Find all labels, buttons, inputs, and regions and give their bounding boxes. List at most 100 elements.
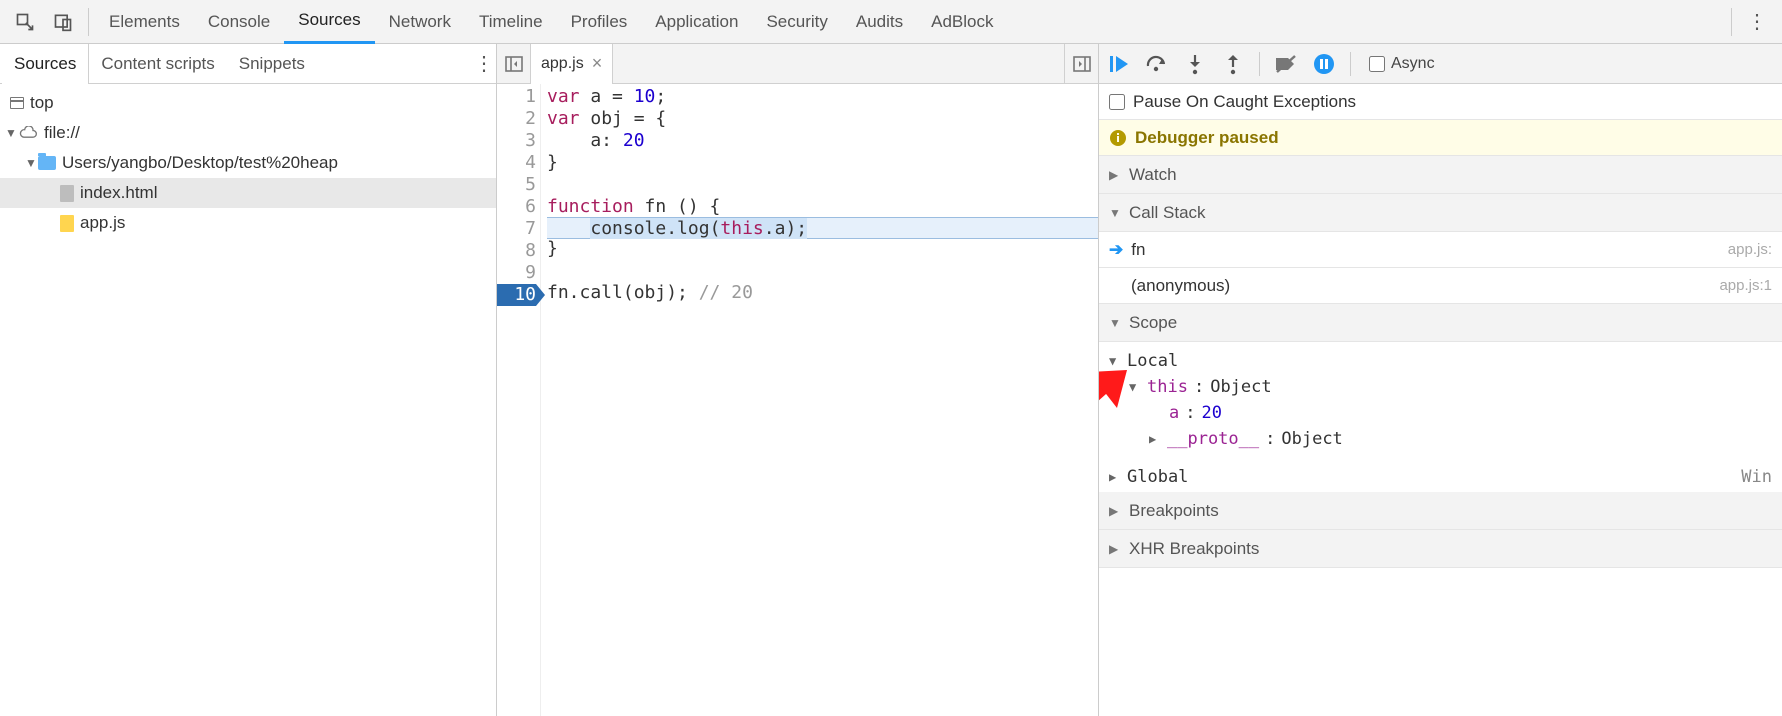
debugger-paused-banner: Debugger paused <box>1099 120 1782 156</box>
code-editor[interactable]: 1 2 3 4 5 6 7 8 9 10 var a = 10; var obj… <box>497 84 1098 716</box>
scope-local-label: Local <box>1127 348 1178 374</box>
breakpoints-header[interactable]: ▶ Breakpoints <box>1099 492 1782 530</box>
tab-adblock[interactable]: AdBlock <box>917 0 1007 44</box>
file-icon <box>60 215 74 232</box>
watch-label: Watch <box>1129 165 1177 185</box>
tree-expand-icon: ▼ <box>24 156 38 170</box>
show-debugger-icon[interactable] <box>1064 44 1098 84</box>
async-label: Async <box>1391 55 1435 73</box>
scope-key: this <box>1147 374 1188 400</box>
line-number: 3 <box>497 130 536 152</box>
tree-file-origin[interactable]: ▼ file:// <box>0 118 496 148</box>
info-icon <box>1109 129 1127 147</box>
scope-proto-row[interactable]: ▶ __proto__: Object <box>1109 426 1772 452</box>
collapse-icon: ▼ <box>1109 206 1121 220</box>
pause-on-caught-row[interactable]: Pause On Caught Exceptions <box>1099 84 1782 120</box>
tab-sources[interactable]: Sources <box>284 0 374 44</box>
code-line: var obj = { <box>547 108 1098 130</box>
current-frame-icon: ➔ <box>1109 240 1123 260</box>
code-line-current: console.log(this.a); <box>547 217 1098 239</box>
code-line <box>547 174 1098 196</box>
tab-network[interactable]: Network <box>375 0 465 44</box>
divider <box>1731 8 1732 36</box>
tab-profiles[interactable]: Profiles <box>557 0 642 44</box>
divider <box>88 8 89 36</box>
tree-file-index[interactable]: index.html <box>0 178 496 208</box>
debugger-paused-label: Debugger paused <box>1135 128 1279 148</box>
code-line: } <box>547 238 1098 260</box>
scope-header[interactable]: ▼ Scope <box>1099 304 1782 342</box>
tab-security[interactable]: Security <box>752 0 841 44</box>
callstack-header[interactable]: ▼ Call Stack <box>1099 194 1782 232</box>
frame-location: app.js:1 <box>1719 277 1772 294</box>
cloud-icon <box>18 123 38 143</box>
editor-pane: app.js × 1 2 3 4 5 6 7 8 9 10 var a = 10… <box>497 44 1099 716</box>
async-checkbox-wrap[interactable]: Async <box>1369 55 1435 73</box>
tab-application[interactable]: Application <box>641 0 752 44</box>
pause-on-exceptions-icon[interactable] <box>1312 52 1336 76</box>
editor-tabs: app.js × <box>497 44 1098 84</box>
scope-value: Object <box>1210 374 1271 400</box>
code-line: fn.call(obj); // 20 <box>547 282 1098 304</box>
resume-icon[interactable] <box>1107 52 1131 76</box>
pause-on-caught-checkbox[interactable] <box>1109 94 1125 110</box>
async-checkbox[interactable] <box>1369 56 1385 72</box>
tree-file-appjs[interactable]: app.js <box>0 208 496 238</box>
navigator-more-icon[interactable]: ⋮ <box>474 51 494 76</box>
watch-header[interactable]: ▶ Watch <box>1099 156 1782 194</box>
deactivate-breakpoints-icon[interactable] <box>1274 52 1298 76</box>
navigator-tab-content-scripts[interactable]: Content scripts <box>89 44 226 84</box>
code-line <box>547 260 1098 282</box>
show-navigator-icon[interactable] <box>497 44 531 84</box>
step-over-icon[interactable] <box>1145 52 1169 76</box>
scope-a-row[interactable]: a: 20 <box>1109 400 1772 426</box>
step-out-icon[interactable] <box>1221 52 1245 76</box>
tab-audits[interactable]: Audits <box>842 0 917 44</box>
divider <box>1350 52 1351 76</box>
breakpoints-label: Breakpoints <box>1129 501 1219 521</box>
editor-tab-label: app.js <box>541 55 584 73</box>
tab-console[interactable]: Console <box>194 0 284 44</box>
code-line: a: 20 <box>547 130 1098 152</box>
line-number: 7 <box>497 218 536 240</box>
callstack-frame[interactable]: ➔ fn app.js: <box>1099 232 1782 268</box>
tree-folder[interactable]: ▼ Users/yangbo/Desktop/test%20heap <box>0 148 496 178</box>
inspect-element-icon[interactable] <box>10 7 40 37</box>
scope-global-row[interactable]: ▶ Global Win <box>1099 462 1782 492</box>
code-line: function fn () { <box>547 196 1098 218</box>
pause-on-caught-label: Pause On Caught Exceptions <box>1133 92 1356 112</box>
scope-value: Object <box>1281 426 1342 452</box>
collapse-icon: ▼ <box>1109 316 1121 330</box>
tree-label: file:// <box>44 123 80 143</box>
navigator-tab-snippets[interactable]: Snippets <box>227 44 317 84</box>
tab-elements[interactable]: Elements <box>95 0 194 44</box>
tree-expand-icon: ▼ <box>4 126 18 140</box>
xhr-breakpoints-label: XHR Breakpoints <box>1129 539 1259 559</box>
tree-top-frame[interactable]: top <box>0 88 496 118</box>
expand-icon: ▶ <box>1109 168 1121 182</box>
frame-icon <box>10 97 24 109</box>
file-tree: top ▼ file:// ▼ Users/yangbo/Desktop/tes… <box>0 84 496 242</box>
more-menu-icon[interactable]: ⋮ <box>1742 7 1772 37</box>
folder-icon <box>38 156 56 170</box>
scope-local-row[interactable]: ▼ Local <box>1109 348 1772 374</box>
code-line: } <box>547 152 1098 174</box>
tab-timeline[interactable]: Timeline <box>465 0 557 44</box>
xhr-breakpoints-header[interactable]: ▶ XHR Breakpoints <box>1099 530 1782 568</box>
callstack-frame[interactable]: (anonymous) app.js:1 <box>1099 268 1782 304</box>
debugger-pane: Async Pause On Caught Exceptions Debugge… <box>1099 44 1782 716</box>
scope-this-row[interactable]: ▼ this: Object <box>1109 374 1772 400</box>
scope-label: Scope <box>1129 313 1177 333</box>
device-toolbar-icon[interactable] <box>48 7 78 37</box>
sources-navigator: Sources Content scripts Snippets ⋮ top ▼… <box>0 44 497 716</box>
scope-key: __proto__ <box>1167 426 1259 452</box>
navigator-tab-sources[interactable]: Sources <box>2 44 89 84</box>
line-number-breakpoint[interactable]: 10 <box>497 284 536 306</box>
line-gutter[interactable]: 1 2 3 4 5 6 7 8 9 10 <box>497 84 541 716</box>
expand-icon: ▶ <box>1109 542 1121 556</box>
step-into-icon[interactable] <box>1183 52 1207 76</box>
collapse-icon: ▼ <box>1129 374 1141 400</box>
close-tab-icon[interactable]: × <box>592 53 603 74</box>
callstack-label: Call Stack <box>1129 203 1206 223</box>
editor-tab-appjs[interactable]: app.js × <box>531 44 613 84</box>
